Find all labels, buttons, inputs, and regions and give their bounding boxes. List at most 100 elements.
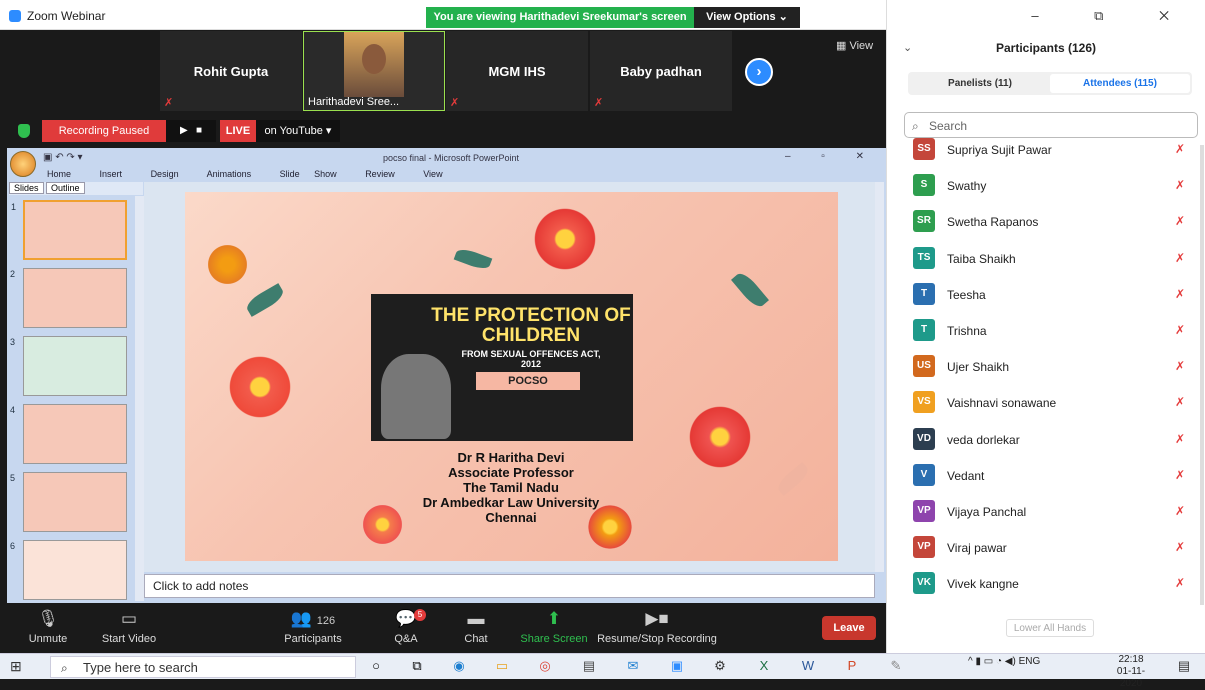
notes-pane[interactable]: Click to add notes [144, 574, 875, 598]
chrome-icon[interactable]: ◎ [533, 656, 557, 676]
powerpoint-icon[interactable]: P [840, 656, 864, 676]
attendee-row[interactable]: T Trishna ✗ [887, 315, 1205, 351]
recording-label: Resume/Stop Recording [597, 633, 717, 645]
taskbar-search-input[interactable]: ⌕ Type here to search [50, 656, 356, 678]
attendee-row[interactable]: VP Viraj pawar ✗ [887, 532, 1205, 568]
ribbon-tab-slideshow[interactable]: Slide Show [280, 169, 337, 179]
panel-scrollbar[interactable] [1200, 145, 1204, 605]
start-video-button[interactable]: ▭ Start Video [96, 603, 162, 653]
word-icon[interactable]: W [796, 656, 820, 676]
attendee-row[interactable]: S Swathy ✗ [887, 170, 1205, 206]
muted-mic-icon[interactable]: ✗ [1175, 214, 1185, 228]
view-button[interactable]: ▦ View [836, 39, 873, 52]
avatar: VD [913, 427, 935, 450]
ribbon-tab-home[interactable]: Home [47, 169, 71, 179]
muted-mic-icon[interactable]: ✗ [1175, 468, 1185, 482]
notifications-icon[interactable]: ▤ [1172, 656, 1196, 676]
recording-control-button[interactable]: ▶■ Resume/Stop Recording [596, 603, 718, 653]
video-tile-harithadevi[interactable]: Harithadevi Sree... [303, 31, 445, 111]
chat-icon: ▬ [467, 609, 485, 628]
view-options-button[interactable]: View Options ⌄ [694, 7, 800, 28]
slide-thumbnail[interactable]: 6 [10, 540, 127, 600]
settings-gear-icon[interactable]: ⚙ [708, 656, 732, 676]
tab-outline[interactable]: Outline [46, 182, 85, 194]
video-tile-rohit[interactable]: Rohit Gupta ✗ [160, 31, 302, 111]
attendee-row[interactable]: US Ujer Shaikh ✗ [887, 351, 1205, 387]
office-button-icon[interactable] [10, 151, 36, 177]
slide-thumbnail[interactable]: 5 [10, 472, 127, 532]
slide-thumbnail[interactable]: 1 [11, 200, 127, 260]
slide-subtitle: FROM SEXUAL OFFENCES ACT, 2012 [461, 349, 601, 369]
muted-mic-icon[interactable]: ✗ [1175, 178, 1185, 192]
cortana-icon[interactable]: ○ [364, 656, 388, 676]
slide-thumbnail[interactable]: 4 [10, 404, 127, 464]
lower-all-hands-button[interactable]: Lower All Hands [1006, 619, 1094, 637]
taskbar-clock[interactable]: 22:18 01-11-2020 [1106, 654, 1156, 690]
video-tile-mgm[interactable]: MGM IHS ✗ [446, 31, 588, 111]
zoom-taskbar-icon[interactable]: ▣ [665, 656, 689, 676]
edge-icon[interactable]: ◉ [447, 656, 471, 676]
quick-access-toolbar[interactable]: ▣ ↶ ↷ ▾ [43, 152, 83, 163]
thumbnails-scrollbar[interactable] [135, 196, 144, 601]
ribbon-tab-design[interactable]: Design [151, 169, 179, 179]
windows-start-icon[interactable]: ⊞ [10, 658, 28, 676]
window-controls[interactable]: ‒ ⧉ ✕ [1031, 8, 1195, 24]
attendee-row[interactable]: VS Vaishnavi sonawane ✗ [887, 387, 1205, 423]
attendee-row[interactable]: V Vedant ✗ [887, 460, 1205, 496]
author-title: Associate Professor [448, 465, 574, 480]
ppt-window-controls[interactable]: ‒ ▫ ✕ [785, 151, 878, 162]
paint-icon[interactable]: ✎ [884, 656, 908, 676]
attendee-row[interactable]: SR Swetha Rapanos ✗ [887, 206, 1205, 242]
muted-mic-icon[interactable]: ✗ [1175, 359, 1185, 373]
tab-panelists[interactable]: Panelists (11) [910, 74, 1050, 93]
muted-mic-icon[interactable]: ✗ [1175, 395, 1185, 409]
attendee-row[interactable]: SS Supriya Sujit Pawar ✗ [887, 134, 1205, 170]
system-tray[interactable]: ^ ▮ ▭ ◔ ◀) ENG [968, 656, 1040, 667]
mail-icon[interactable]: ✉ [621, 656, 645, 676]
store-icon[interactable]: ▤ [577, 656, 601, 676]
muted-mic-icon: ✗ [594, 97, 604, 109]
ppt-title: pocso final - Microsoft PowerPoint [383, 153, 520, 163]
video-tile-baby[interactable]: Baby padhan ✗ [590, 31, 732, 111]
slide-scrollbar[interactable] [875, 182, 884, 572]
ribbon-tab-insert[interactable]: Insert [100, 169, 123, 179]
muted-mic-icon[interactable]: ✗ [1175, 576, 1185, 590]
muted-mic-icon[interactable]: ✗ [1175, 504, 1185, 518]
muted-mic-icon[interactable]: ✗ [1175, 323, 1185, 337]
tab-slides[interactable]: Slides [9, 182, 44, 194]
start-video-label: Start Video [101, 633, 157, 645]
live-platform-dropdown[interactable]: on YouTube ▾ [256, 120, 340, 142]
avatar: US [913, 355, 935, 378]
unmute-button[interactable]: 🎙︎ Unmute [22, 603, 74, 653]
attendee-row[interactable]: VD veda dorlekar ✗ [887, 424, 1205, 460]
muted-mic-icon[interactable]: ✗ [1175, 432, 1185, 446]
participants-button[interactable]: 👥 126 Participants [280, 603, 346, 653]
chat-button[interactable]: ▬ Chat [458, 603, 494, 653]
muted-mic-icon[interactable]: ✗ [1175, 142, 1185, 156]
avatar: VP [913, 500, 935, 522]
muted-mic-icon[interactable]: ✗ [1175, 540, 1185, 554]
task-view-icon[interactable]: ⧉ [405, 656, 429, 676]
participants-panel: ‒ ⧉ ✕ ⌄ Participants (126) Panelists (11… [886, 0, 1205, 653]
attendee-row[interactable]: T Teesha ✗ [887, 279, 1205, 315]
tab-attendees[interactable]: Attendees (115) [1050, 74, 1190, 93]
next-page-arrow-icon[interactable]: › [745, 58, 773, 86]
ribbon-tab-view[interactable]: View [423, 169, 442, 179]
muted-mic-icon[interactable]: ✗ [1175, 251, 1185, 265]
ribbon-tab-animations[interactable]: Animations [207, 169, 252, 179]
slide-thumbnail[interactable]: 3 [10, 336, 127, 396]
ribbon-tab-review[interactable]: Review [365, 169, 395, 179]
recording-controls[interactable]: ▶ ■ [166, 120, 216, 142]
excel-icon[interactable]: X [752, 656, 776, 676]
leave-button[interactable]: Leave [822, 616, 876, 640]
attendee-row[interactable]: VK Vivek kangne ✗ [887, 568, 1205, 604]
share-screen-button[interactable]: ⬆ Share Screen [520, 603, 588, 653]
attendee-row[interactable]: TS Taiba Shaikh ✗ [887, 243, 1205, 279]
author-city: Chennai [485, 510, 537, 525]
attendee-row[interactable]: VP Vijaya Panchal ✗ [887, 496, 1205, 532]
slide-thumbnail[interactable]: 2 [10, 268, 127, 328]
muted-mic-icon[interactable]: ✗ [1175, 287, 1185, 301]
file-explorer-icon[interactable]: ▭ [490, 656, 514, 676]
child-silhouette-icon [381, 354, 451, 439]
attendee-name: Trishna [947, 324, 987, 338]
